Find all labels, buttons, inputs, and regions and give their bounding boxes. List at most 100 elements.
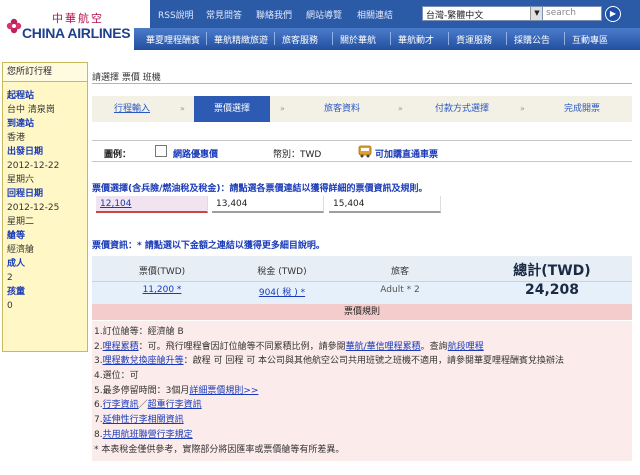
fare-rules-header: 票價規則 bbox=[92, 304, 632, 320]
rule-line: 1.訂位艙等：經濟艙 B bbox=[94, 325, 630, 340]
rule-text: ／ bbox=[138, 400, 148, 411]
toplink-contact[interactable]: 聯絡我們 bbox=[256, 8, 292, 21]
nav-item-about[interactable]: 關於華航 bbox=[340, 33, 376, 46]
rule-text: ：可。飛行哩程會因訂位艙等不同累積比例，請參閱 bbox=[138, 341, 346, 352]
language-select[interactable]: 台灣-繁體中文 ▼ bbox=[422, 6, 544, 21]
toplink-rss[interactable]: RSS說明 bbox=[158, 8, 194, 21]
nav-divider bbox=[206, 32, 207, 45]
step-arrow-icon: » bbox=[398, 104, 403, 113]
nav-divider bbox=[274, 32, 275, 45]
sidebar-value-return-weekday: 星期二 bbox=[7, 217, 35, 227]
legend-currency: 幣別：TWD bbox=[273, 150, 322, 160]
legend-label: 圖例： bbox=[104, 150, 132, 160]
nav-divider bbox=[390, 32, 391, 45]
sidebar-label-cabin: 艙等 bbox=[7, 231, 26, 241]
fare-option-3[interactable]: 15,404 bbox=[329, 196, 441, 213]
rule-line: 6.行李資訊／超重行李資訊 bbox=[94, 398, 630, 413]
sidebar-label-adults: 成人 bbox=[7, 259, 26, 269]
fare-option-1[interactable]: 12,104 bbox=[96, 196, 208, 213]
extended-baggage-link[interactable]: 延伸性行李相關資訊 bbox=[103, 415, 184, 425]
fare-rules-box: 1.訂位艙等：經濟艙 B 2.哩程累積：可。飛行哩程會因訂位艙等不同累積比例，請… bbox=[92, 321, 632, 461]
rule-text: ：啟程 可 回程 可 本公司與其他航空公司共用班號之班機不適用，請參閱華夏哩程酬… bbox=[183, 356, 565, 367]
fare-select-heading: 票價選擇(含兵險/燃油稅及稅金)：請點選各票價連結以獲得詳細的票價資訊及規則。 bbox=[92, 184, 428, 194]
legend-web-fare: 網路優惠價 bbox=[173, 150, 219, 160]
rule-text: * 本表稅金僅供參考，實際部分將因匯率或票價艙等有所差異。 bbox=[94, 444, 345, 455]
nav-item-passenger-service[interactable]: 旅客服務 bbox=[282, 33, 318, 46]
main-nav: 華夏哩程酬賓 華航精緻旅遊 旅客服務 關於華航 華航動才 貨運服務 採購公告 互… bbox=[134, 28, 640, 50]
mileage-accrual-detail-link[interactable]: 華航/華信哩程累積 bbox=[346, 342, 421, 352]
sidebar-value-return-date: 2012-12-25 bbox=[7, 203, 60, 213]
nav-item-cargo[interactable]: 貨運服務 bbox=[456, 33, 492, 46]
sidebar-label-return-date: 回程日期 bbox=[7, 189, 44, 199]
step-arrow-icon: » bbox=[180, 104, 185, 113]
fare-rules-detail-link[interactable]: 詳細票價規則>> bbox=[189, 386, 258, 396]
rule-text: 4.選位：可 bbox=[94, 371, 139, 382]
step-payment: 付款方式選擇 bbox=[434, 104, 489, 114]
language-select-value: 台灣-繁體中文 bbox=[426, 11, 484, 21]
rule-prefix: 3. bbox=[94, 356, 103, 367]
rule-prefix: 6. bbox=[94, 400, 103, 411]
nav-item-dynasty-flyer[interactable]: 華夏哩程酬賓 bbox=[146, 33, 200, 46]
top-utility-bar: RSS說明 常見問答 聯絡我們 網站導覽 相關連結 台灣-繁體中文 ▼ sear… bbox=[150, 0, 640, 28]
baggage-info-link[interactable]: 行李資訊 bbox=[103, 400, 139, 410]
sidebar-value-depart-weekday: 星期六 bbox=[7, 175, 35, 185]
booking-steps: 行程輸入 » 票價選擇 » 旅客資料 » 付款方式選擇 » 完成開票 bbox=[92, 96, 632, 122]
rule-text: 。查詢 bbox=[420, 341, 448, 352]
brand-name-en: CHINA AIRLINES bbox=[22, 25, 131, 41]
nav-divider bbox=[332, 32, 333, 45]
rule-line: 5.最多停留時間：3個月詳細票價規則>> bbox=[94, 384, 630, 399]
fare-table-header: 票價(TWD) 稅金 (TWD) 旅客 總計(TWD) bbox=[92, 256, 632, 282]
nav-item-interactive[interactable]: 互動專區 bbox=[572, 33, 608, 46]
step-fare-select: 票價選擇 bbox=[194, 96, 270, 122]
china-airlines-logo[interactable]: 中華航空 CHINA AIRLINES bbox=[6, 6, 134, 46]
sidebar-label-children: 孩童 bbox=[7, 287, 26, 297]
th-total: 總計(TWD) bbox=[513, 263, 591, 279]
nav-item-procurement[interactable]: 採購公告 bbox=[514, 33, 550, 46]
mileage-upgrade-link[interactable]: 哩程數兌換座艙升等 bbox=[103, 356, 184, 366]
sidebar-value-cabin: 經濟艙 bbox=[7, 245, 35, 255]
step-passenger-info: 旅客資料 bbox=[323, 104, 360, 114]
sidebar-title: 您所訂行程 bbox=[3, 63, 87, 82]
toplink-sitemap[interactable]: 網站導覽 bbox=[306, 8, 342, 21]
sidebar-value-destination: 香港 bbox=[7, 133, 26, 143]
search-go-icon[interactable]: ▶ bbox=[605, 6, 621, 22]
excess-baggage-link[interactable]: 超重行李資訊 bbox=[148, 400, 202, 410]
th-tax: 稅金 (TWD) bbox=[257, 267, 307, 277]
sidebar-label-depart-date: 出發日期 bbox=[7, 147, 44, 157]
fare-option-2[interactable]: 13,404 bbox=[212, 196, 324, 213]
web-fare-checkbox-icon bbox=[155, 145, 167, 157]
fare-table: 票價(TWD) 稅金 (TWD) 旅客 總計(TWD) 11,200 * 904… bbox=[92, 256, 632, 304]
td-tax-link[interactable]: 904( 稅 ) * bbox=[232, 285, 332, 298]
rule-prefix: 5.最多停留時間：3個月 bbox=[94, 385, 190, 396]
th-fare: 票價(TWD) bbox=[138, 267, 186, 277]
legend-bus-ticket-link[interactable]: 可加購直通車票 bbox=[375, 147, 438, 160]
step-complete: 完成開票 bbox=[563, 104, 600, 114]
rule-prefix: 2. bbox=[94, 341, 103, 352]
codeshare-baggage-link[interactable]: 共用航班聯營行李規定 bbox=[103, 430, 193, 440]
rule-text: 1.訂位艙等：經濟艙 B bbox=[94, 327, 184, 337]
rule-line: 7.延伸性行李相關資訊 bbox=[94, 413, 630, 428]
toplink-faq[interactable]: 常見問答 bbox=[206, 8, 242, 21]
itinerary-sidebar: 您所訂行程 起程站 台中 清泉崗 到達站 香港 出發日期 2012-12-22 … bbox=[2, 62, 88, 352]
td-fare-link[interactable]: 11,200 * bbox=[112, 285, 212, 295]
mileage-accrual-link[interactable]: 哩程累積 bbox=[103, 342, 139, 352]
plum-blossom-icon bbox=[6, 18, 22, 34]
rule-line: * 本表稅金僅供參考，實際部分將因匯率或票價艙等有所差異。 bbox=[94, 443, 630, 458]
breadcrumb: 請選擇 票價 班機 bbox=[92, 73, 161, 83]
nav-item-careers[interactable]: 華航動才 bbox=[398, 33, 434, 46]
toplink-related[interactable]: 相關連結 bbox=[357, 8, 393, 21]
fare-info-heading: 票價資訊：* 請點選以下金額之連結以獲得更多細目說明。 bbox=[92, 241, 325, 251]
sidebar-label-destination: 到達站 bbox=[7, 119, 35, 129]
nav-item-travel[interactable]: 華航精緻旅遊 bbox=[214, 33, 268, 46]
nav-divider bbox=[506, 32, 507, 45]
divider bbox=[92, 83, 632, 84]
nav-divider bbox=[564, 32, 565, 45]
rule-line: 2.哩程累積：可。飛行哩程會因訂位艙等不同累積比例，請參閱華航/華信哩程累積。查… bbox=[94, 340, 630, 355]
search-input[interactable]: search bbox=[542, 6, 602, 21]
th-passenger: 旅客 bbox=[390, 267, 409, 277]
segment-mileage-link[interactable]: 航段哩程 bbox=[448, 342, 484, 352]
brand-name-cn: 中華航空 bbox=[52, 12, 104, 25]
step-itinerary[interactable]: 行程輸入 bbox=[92, 96, 172, 122]
td-passenger: Adult * 2 bbox=[380, 285, 420, 295]
rule-prefix: 8. bbox=[94, 429, 103, 440]
